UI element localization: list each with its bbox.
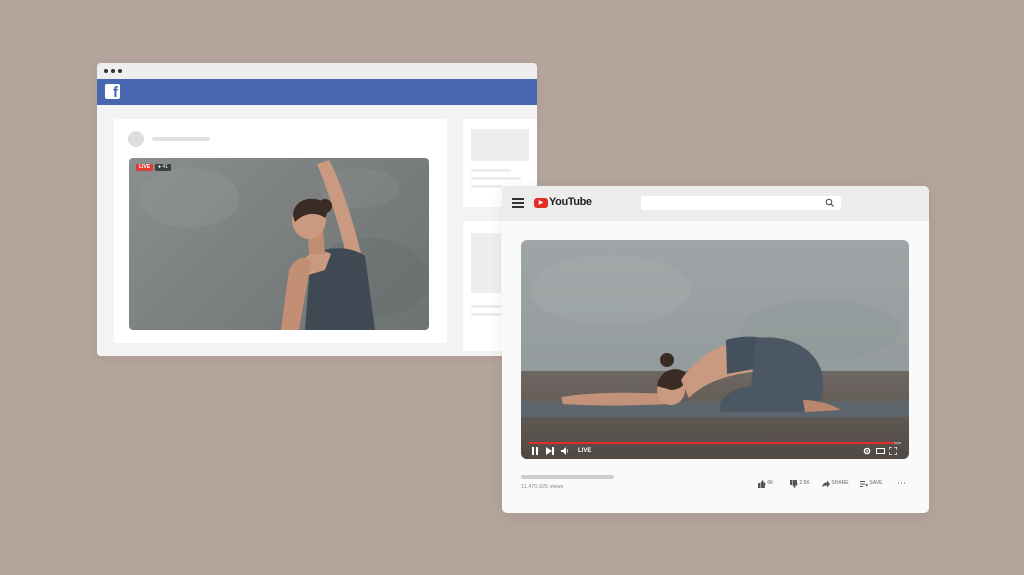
pause-icon[interactable] [532, 447, 538, 455]
menu-icon[interactable] [512, 198, 524, 208]
thumbs-down-icon [790, 479, 798, 488]
facebook-logo-icon[interactable]: f [105, 84, 120, 99]
youtube-window: ▶ YouTube LIVE 11,470,925 views 6K 2.5K … [502, 186, 929, 513]
like-count: 6K [767, 480, 774, 486]
dislike-count: 2.5K [799, 480, 810, 486]
avatar[interactable] [128, 131, 144, 147]
share-button[interactable]: SHARE [822, 479, 849, 488]
progress-fill [529, 442, 894, 444]
placeholder-block [471, 233, 501, 293]
youtube-video-player[interactable]: LIVE [521, 240, 909, 459]
search-input[interactable] [641, 196, 841, 210]
fullscreen-icon[interactable] [889, 447, 897, 455]
youtube-play-logo-icon[interactable]: ▶ [534, 198, 548, 208]
thumbs-up-icon [758, 479, 766, 488]
facebook-feed: LIVE ● 41 [97, 105, 537, 356]
viewer-count-badge: ● 41 [155, 164, 171, 171]
facebook-window: f LIVE ● 41 [97, 63, 537, 356]
like-button[interactable]: 6K [758, 479, 774, 488]
dislike-button[interactable]: 2.5K [790, 479, 810, 488]
share-arrow-icon [822, 480, 830, 487]
placeholder-line [471, 305, 501, 308]
save-label: SAVE [869, 480, 883, 486]
window-dot-icon[interactable] [104, 69, 108, 73]
theater-mode-icon[interactable] [876, 447, 885, 455]
youtube-logo-text[interactable]: YouTube [549, 196, 592, 208]
placeholder-block [471, 129, 529, 161]
add-to-playlist-icon [860, 480, 868, 487]
placeholder-line [471, 313, 501, 316]
settings-gear-icon[interactable] [863, 447, 871, 455]
child-pose-illustration [531, 255, 901, 412]
placeholder-line [471, 185, 503, 188]
facebook-live-video[interactable]: LIVE ● 41 [129, 158, 429, 330]
eye-icon: ● [158, 164, 162, 170]
window-dot-icon[interactable] [111, 69, 115, 73]
more-options-icon[interactable]: ⋯ [897, 479, 907, 488]
search-icon[interactable] [825, 198, 835, 208]
share-label: SHARE [831, 480, 849, 486]
live-label: LIVE [578, 448, 592, 454]
window-dot-icon[interactable] [118, 69, 122, 73]
volume-icon[interactable] [561, 447, 569, 455]
post-author-placeholder [152, 137, 210, 141]
woman-stretching-illustration [139, 160, 429, 330]
placeholder-line [471, 169, 511, 172]
next-icon[interactable] [546, 447, 554, 455]
progress-bar[interactable] [529, 442, 901, 444]
viewer-count: 41 [162, 164, 168, 170]
live-badge: LIVE [136, 164, 154, 171]
placeholder-line [471, 177, 521, 180]
facebook-post: LIVE ● 41 [114, 119, 447, 343]
save-button[interactable]: SAVE [860, 479, 882, 488]
video-title-placeholder [521, 475, 614, 479]
browser-chrome [97, 63, 537, 79]
view-count: 11,470,925 views [521, 484, 564, 490]
facebook-header: f [97, 79, 537, 105]
youtube-header: ▶ YouTube [502, 186, 929, 221]
